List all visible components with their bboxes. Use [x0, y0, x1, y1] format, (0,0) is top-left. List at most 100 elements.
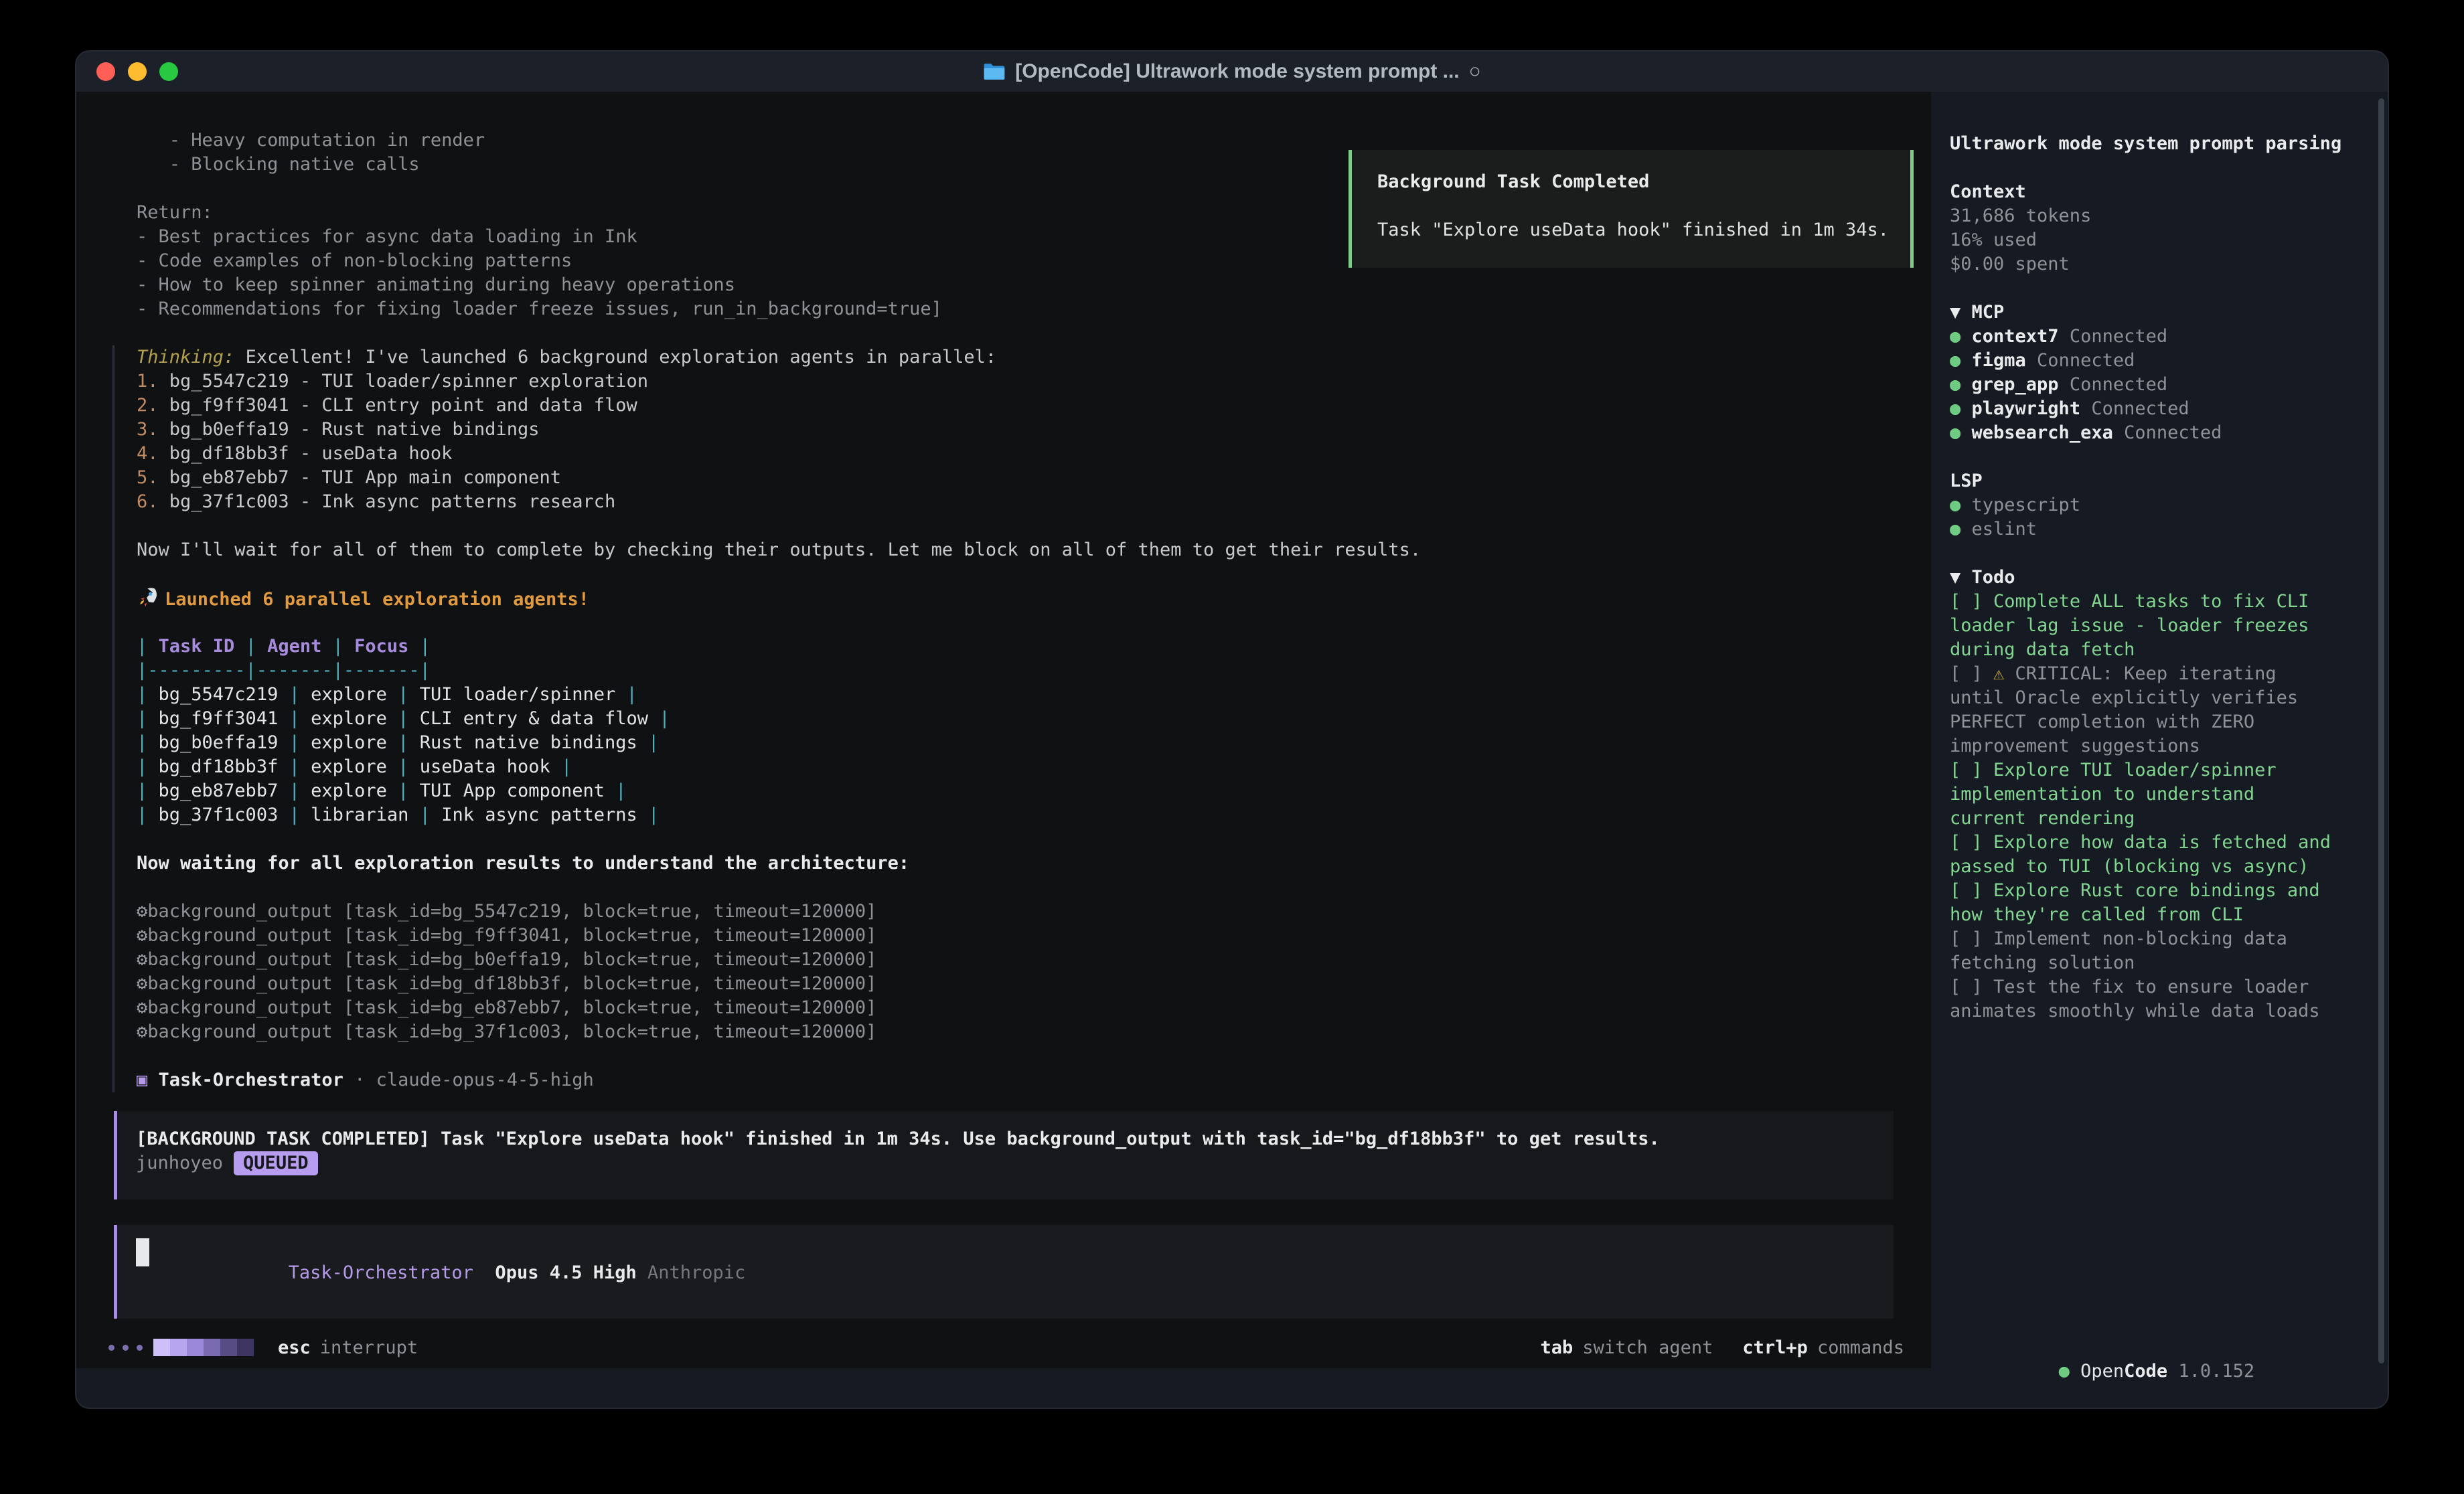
todo-item: [ ] ⚠ CRITICAL: Keep iterating until Ora…	[1950, 662, 2331, 758]
assistant-message-block: Thinking: Excellent! I've launched 6 bac…	[112, 345, 1911, 1092]
terminal-line	[137, 562, 1911, 586]
progress-block	[204, 1339, 220, 1356]
queued-status-badge: QUEUED	[234, 1151, 318, 1175]
terminal-line: 5. bg_eb87ebb7 - TUI App main component	[137, 466, 1911, 490]
terminal-line: - Recommendations for fixing loader free…	[137, 297, 1911, 321]
lsp-name: eslint	[1972, 519, 2037, 540]
ctrlp-key-hint: ctrl+p	[1742, 1337, 1808, 1358]
warning-icon: ⚠	[1993, 663, 2015, 684]
todo-text: Explore TUI loader/spinner implementatio…	[1950, 760, 2287, 829]
todo-item: [ ] Explore Rust core bindings and how t…	[1950, 879, 2331, 927]
sidebar: Ultrawork mode system prompt parsing Con…	[1931, 92, 2388, 1408]
folder-icon	[983, 62, 1006, 81]
terminal-line: 4. bg_df18bb3f - useData hook	[137, 442, 1911, 466]
mcp-status: Connected	[2026, 350, 2135, 371]
progress-wave-icon	[153, 1339, 254, 1356]
mcp-section-header[interactable]: ▼ MCP	[1950, 301, 2331, 325]
window-content: - Heavy computation in render - Blocking…	[76, 92, 2388, 1408]
todo-item: [ ] Explore TUI loader/spinner implement…	[1950, 758, 2331, 831]
terminal-line: Now I'll wait for all of them to complet…	[137, 538, 1911, 562]
esc-key-hint: esc	[278, 1337, 311, 1358]
terminal-line: ⚙background_output [task_id=bg_df18bb3f,…	[137, 972, 1911, 996]
main-pane: - Heavy computation in render - Blocking…	[76, 92, 1931, 1408]
mcp-status: Connected	[2113, 422, 2222, 443]
todo-text: Implement non-blocking data fetching sol…	[1950, 928, 2298, 973]
connected-dot-icon: ●	[1950, 495, 1972, 515]
terminal-line: | Task ID | Agent | Focus |	[137, 635, 1911, 659]
spinner-icon: ○	[1469, 60, 1481, 83]
terminal-line: | bg_f9ff3041 | explore | CLI entry & da…	[137, 707, 1911, 731]
online-status-icon: ●	[2059, 1361, 2081, 1382]
agent-name: Task-Orchestrator	[289, 1262, 473, 1283]
progress-block	[153, 1339, 170, 1356]
todo-item: [ ] Test the fix to ensure loader animat…	[1950, 975, 2331, 1023]
mcp-status: Connected	[2059, 374, 2168, 395]
terminal-line: Thinking: Excellent! I've launched 6 bac…	[137, 345, 1911, 369]
queued-message-text: [BACKGROUND TASK COMPLETED] Task "Explor…	[136, 1127, 1894, 1151]
terminal-line: ⚙background_output [task_id=bg_5547c219,…	[137, 900, 1911, 924]
terminal-line: - How to keep spinner animating during h…	[137, 273, 1911, 297]
app-version: 1.0.152	[2167, 1361, 2254, 1382]
todo-checkbox: [ ]	[1950, 928, 1993, 949]
progress-block	[187, 1339, 204, 1356]
prompt-input[interactable]: Task-Orchestrator Opus 4.5 High Anthropi…	[114, 1225, 1894, 1319]
lsp-item: ● eslint	[1950, 517, 2331, 542]
mcp-status: Connected	[2080, 398, 2189, 419]
lsp-section-header: LSP	[1950, 469, 2331, 493]
todo-item: [ ] Implement non-blocking data fetching…	[1950, 927, 2331, 975]
terminal-line: | bg_5547c219 | explore | TUI loader/spi…	[137, 683, 1911, 707]
connected-dot-icon: ●	[1950, 350, 1972, 371]
terminal-line	[137, 1044, 1911, 1068]
terminal-line	[137, 514, 1911, 538]
mcp-name: context7	[1972, 326, 2059, 347]
mcp-item: ● context7 Connected	[1950, 325, 2331, 349]
todo-checkbox: [ ]	[1950, 832, 1993, 853]
mcp-item: ● websearch_exa Connected	[1950, 421, 2331, 445]
connected-dot-icon: ●	[1950, 398, 1972, 419]
desktop: [OpenCode] Ultrawork mode system prompt …	[0, 0, 2464, 1494]
toast-body: Task "Explore useData hook" finished in …	[1377, 218, 1910, 242]
session-title: Ultrawork mode system prompt parsing	[1950, 132, 2331, 156]
queued-user: junhoyeo	[136, 1153, 223, 1173]
terminal-line	[137, 610, 1911, 635]
queued-message-box: [BACKGROUND TASK COMPLETED] Task "Explor…	[114, 1111, 1894, 1199]
connected-dot-icon: ●	[1950, 422, 1972, 443]
collapse-icon: ▼	[1950, 302, 1960, 323]
terminal-line: 3. bg_b0effa19 - Rust native bindings	[137, 418, 1911, 442]
todo-checkbox: [ ]	[1950, 977, 1993, 997]
tab-key-label: switch agent	[1582, 1337, 1713, 1358]
todo-item: [ ] Complete ALL tasks to fix CLI loader…	[1950, 590, 2331, 662]
provider-name: Anthropic	[637, 1262, 746, 1283]
terminal-line: 1. bg_5547c219 - TUI loader/spinner expl…	[137, 369, 1911, 394]
titlebar[interactable]: [OpenCode] Ultrawork mode system prompt …	[76, 52, 2388, 92]
terminal-line: | bg_37f1c003 | librarian | Ink async pa…	[137, 803, 1911, 827]
connected-dot-icon: ●	[1950, 519, 1972, 540]
mcp-item: ● grep_app Connected	[1950, 373, 2331, 397]
notification-toast: Background Task Completed Task "Explore …	[1349, 150, 1914, 268]
todo-section-header[interactable]: ▼ Todo	[1950, 566, 2331, 590]
rocket-icon	[137, 586, 158, 608]
todo-checkbox: [ ]	[1950, 591, 1993, 612]
mcp-name: playwright	[1972, 398, 2081, 419]
agent-model-line: Task-Orchestrator Opus 4.5 High Anthropi…	[136, 1237, 745, 1309]
lsp-list: ● typescript● eslint	[1950, 493, 2331, 542]
window-title-text: [OpenCode] Ultrawork mode system prompt …	[1015, 60, 1459, 83]
terminal-line: | bg_b0effa19 | explore | Rust native bi…	[137, 731, 1911, 755]
terminal-line: |---------|-------|-------|	[137, 659, 1911, 683]
progress-block	[170, 1339, 187, 1356]
tab-key-hint: tab	[1541, 1337, 1573, 1358]
terminal-line: ⚙background_output [task_id=bg_f9ff3041,…	[137, 924, 1911, 948]
context-used: 16% used	[1950, 228, 2331, 252]
terminal-line: | bg_df18bb3f | explore | useData hook |	[137, 755, 1911, 779]
spinner-dots-icon	[108, 1345, 143, 1351]
terminal-line: Launched 6 parallel exploration agents!	[137, 586, 1911, 610]
todo-checkbox: [ ]	[1950, 760, 1993, 780]
todo-checkbox: [ ]	[1950, 663, 1993, 684]
status-bar: esc interrupt tab switch agent ctrl+p co…	[108, 1335, 1904, 1359]
terminal-line: ⚙background_output [task_id=bg_eb87ebb7,…	[137, 996, 1911, 1020]
mcp-name: grep_app	[1972, 374, 2059, 395]
terminal-line	[137, 876, 1911, 900]
esc-key-label: interrupt	[320, 1337, 418, 1358]
terminal-line: ⚙background_output [task_id=bg_b0effa19,…	[137, 948, 1911, 972]
scrollbar[interactable]	[2378, 98, 2384, 1363]
